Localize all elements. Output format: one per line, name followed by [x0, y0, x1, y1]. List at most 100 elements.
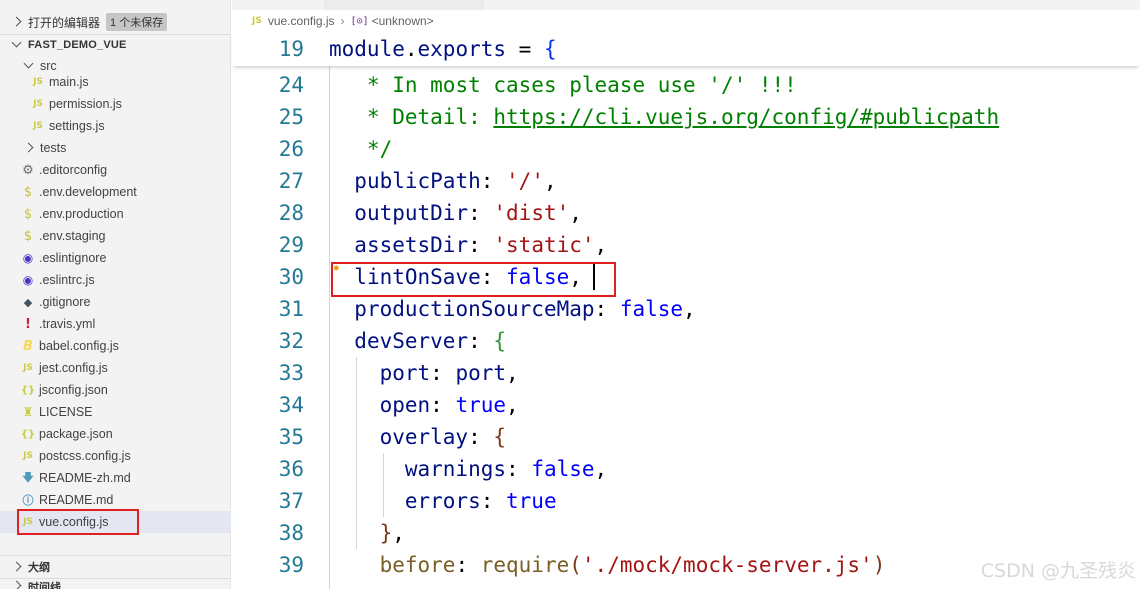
code-line: devServer: {: [354, 329, 507, 353]
chevron-down-icon: [10, 38, 24, 52]
editor-tab[interactable]: [324, 0, 484, 10]
file-babel-config-js[interactable]: B babel.config.js: [0, 335, 231, 357]
code-line: errors: true: [404, 489, 557, 513]
code-line: overlay: {: [379, 425, 507, 449]
file-label: permission.js: [49, 97, 122, 111]
file-postcss-config-js[interactable]: JS postcss.config.js: [0, 445, 231, 467]
line-number: 37: [278, 489, 304, 513]
file-label: .env.development: [39, 185, 137, 199]
line-number: 30: [278, 265, 304, 289]
code-line: outputDir: 'dist',: [354, 201, 582, 225]
file-readme-md[interactable]: ⓘ README.md: [0, 489, 231, 511]
project-title: FAST_DEMO_VUE: [28, 39, 127, 51]
timeline-section[interactable]: 时间线: [0, 579, 231, 589]
watermark: CSDN @九圣残炎: [980, 560, 1136, 582]
file-license[interactable]: ♜ LICENSE: [0, 401, 231, 423]
file-label: LICENSE: [39, 405, 93, 419]
chevron-right-icon: [10, 579, 24, 589]
file-label: jsconfig.json: [39, 383, 108, 397]
git-icon: ◆: [23, 295, 33, 309]
license-icon: ♜: [22, 405, 34, 419]
file-jest-config-js[interactable]: JS jest.config.js: [0, 357, 231, 379]
file-label: .eslintrc.js: [39, 273, 95, 287]
chevron-right-icon: [10, 560, 24, 574]
file-settings-js[interactable]: JS settings.js: [0, 115, 231, 137]
file-label: package.json: [39, 427, 113, 441]
file-editorconfig[interactable]: ⚙ .editorconfig: [0, 159, 231, 181]
file-gitignore[interactable]: ◆ .gitignore: [0, 291, 231, 313]
project-section[interactable]: FAST_DEMO_VUE: [0, 34, 231, 56]
file-env-production[interactable]: $ .env.production: [0, 203, 231, 225]
file-travis-yml[interactable]: ! .travis.yml: [0, 313, 231, 335]
file-label: .eslintignore: [39, 251, 107, 265]
file-label: settings.js: [49, 119, 105, 133]
gear-icon: ⚙: [22, 162, 34, 178]
open-editors-label: 打开的编辑器: [28, 15, 101, 30]
code-line: publicPath: '/',: [354, 169, 557, 193]
markdown-icon: 🡇: [22, 470, 34, 484]
line-number: 38: [278, 521, 304, 545]
file-label: .env.staging: [39, 229, 106, 243]
eslint-icon: ◉: [22, 273, 34, 287]
chevron-right-icon: [22, 141, 36, 155]
file-label: postcss.config.js: [39, 449, 131, 463]
code-line: */: [354, 137, 393, 161]
chevron-right-icon: [10, 15, 24, 29]
js-file-icon: JS: [252, 16, 262, 26]
file-label: .travis.yml: [39, 317, 96, 331]
sticky-scroll-header[interactable]: 19 module.exports = {: [232, 32, 1140, 66]
line-number: 36: [278, 457, 304, 481]
line-number: 32: [278, 329, 304, 353]
line-number: 39: [278, 553, 304, 577]
folder-tests[interactable]: tests: [0, 137, 231, 159]
file-eslintignore[interactable]: ◉ .eslintignore: [0, 247, 231, 269]
line-number: 27: [278, 169, 304, 193]
highlight-box-lintonsave: [331, 262, 616, 297]
file-jsconfig-json[interactable]: {} jsconfig.json: [0, 379, 231, 401]
info-icon: ⓘ: [22, 494, 34, 507]
file-eslintrc-js[interactable]: ◉ .eslintrc.js: [0, 269, 231, 291]
eslint-icon: ◉: [22, 251, 34, 265]
json-icon: {}: [20, 428, 36, 440]
js-file-icon: JS: [33, 121, 43, 131]
file-label: jest.config.js: [39, 361, 108, 375]
dollar-icon: $: [23, 184, 33, 200]
file-readme-zh-md[interactable]: 🡇 README-zh.md: [0, 467, 231, 489]
publicpath-link[interactable]: https://cli.vuejs.org/config/#publicpath: [493, 105, 999, 129]
code-line: module.exports = {: [329, 37, 557, 61]
dollar-icon: $: [23, 206, 33, 222]
js-file-icon: JS: [33, 99, 43, 109]
line-number: 19: [278, 37, 304, 61]
js-file-icon: JS: [23, 451, 33, 461]
outline-label: 大纲: [28, 562, 50, 574]
open-editors-section[interactable]: 打开的编辑器 1 个未保存: [0, 11, 231, 33]
file-label: .editorconfig: [39, 163, 108, 177]
dollar-icon: $: [23, 228, 33, 244]
file-label: babel.config.js: [39, 339, 119, 353]
line-number: 34: [278, 393, 304, 417]
line-number: 35: [278, 425, 304, 449]
code-line: },: [379, 521, 405, 545]
code-line: warnings: false,: [404, 457, 608, 481]
file-package-json[interactable]: {} package.json: [0, 423, 231, 445]
code-line: * In most cases please use '/' !!!: [354, 73, 797, 97]
code-line: before: require('./mock/mock-server.js'): [379, 553, 886, 577]
line-number: 28: [278, 201, 304, 225]
code-line: assetsDir: 'static',: [354, 233, 608, 257]
outline-section[interactable]: 大纲: [0, 556, 231, 578]
breadcrumb-symbol[interactable]: <unknown>: [372, 14, 434, 28]
timeline-label: 时间线: [28, 582, 61, 589]
file-env-staging[interactable]: $ .env.staging: [0, 225, 231, 247]
breadcrumb-file[interactable]: vue.config.js: [268, 14, 335, 28]
file-main-js[interactable]: JS main.js: [0, 71, 231, 93]
file-label: .gitignore: [39, 295, 91, 309]
json-icon: {}: [20, 384, 36, 396]
js-file-icon: JS: [33, 77, 43, 87]
file-label: .env.production: [39, 207, 124, 221]
line-number: 24: [278, 73, 304, 97]
tab-bar: [232, 0, 1140, 10]
code-line: port: port,: [379, 361, 519, 385]
js-file-icon: JS: [23, 363, 33, 373]
file-env-development[interactable]: $ .env.development: [0, 181, 231, 203]
file-permission-js[interactable]: JS permission.js: [0, 93, 231, 115]
